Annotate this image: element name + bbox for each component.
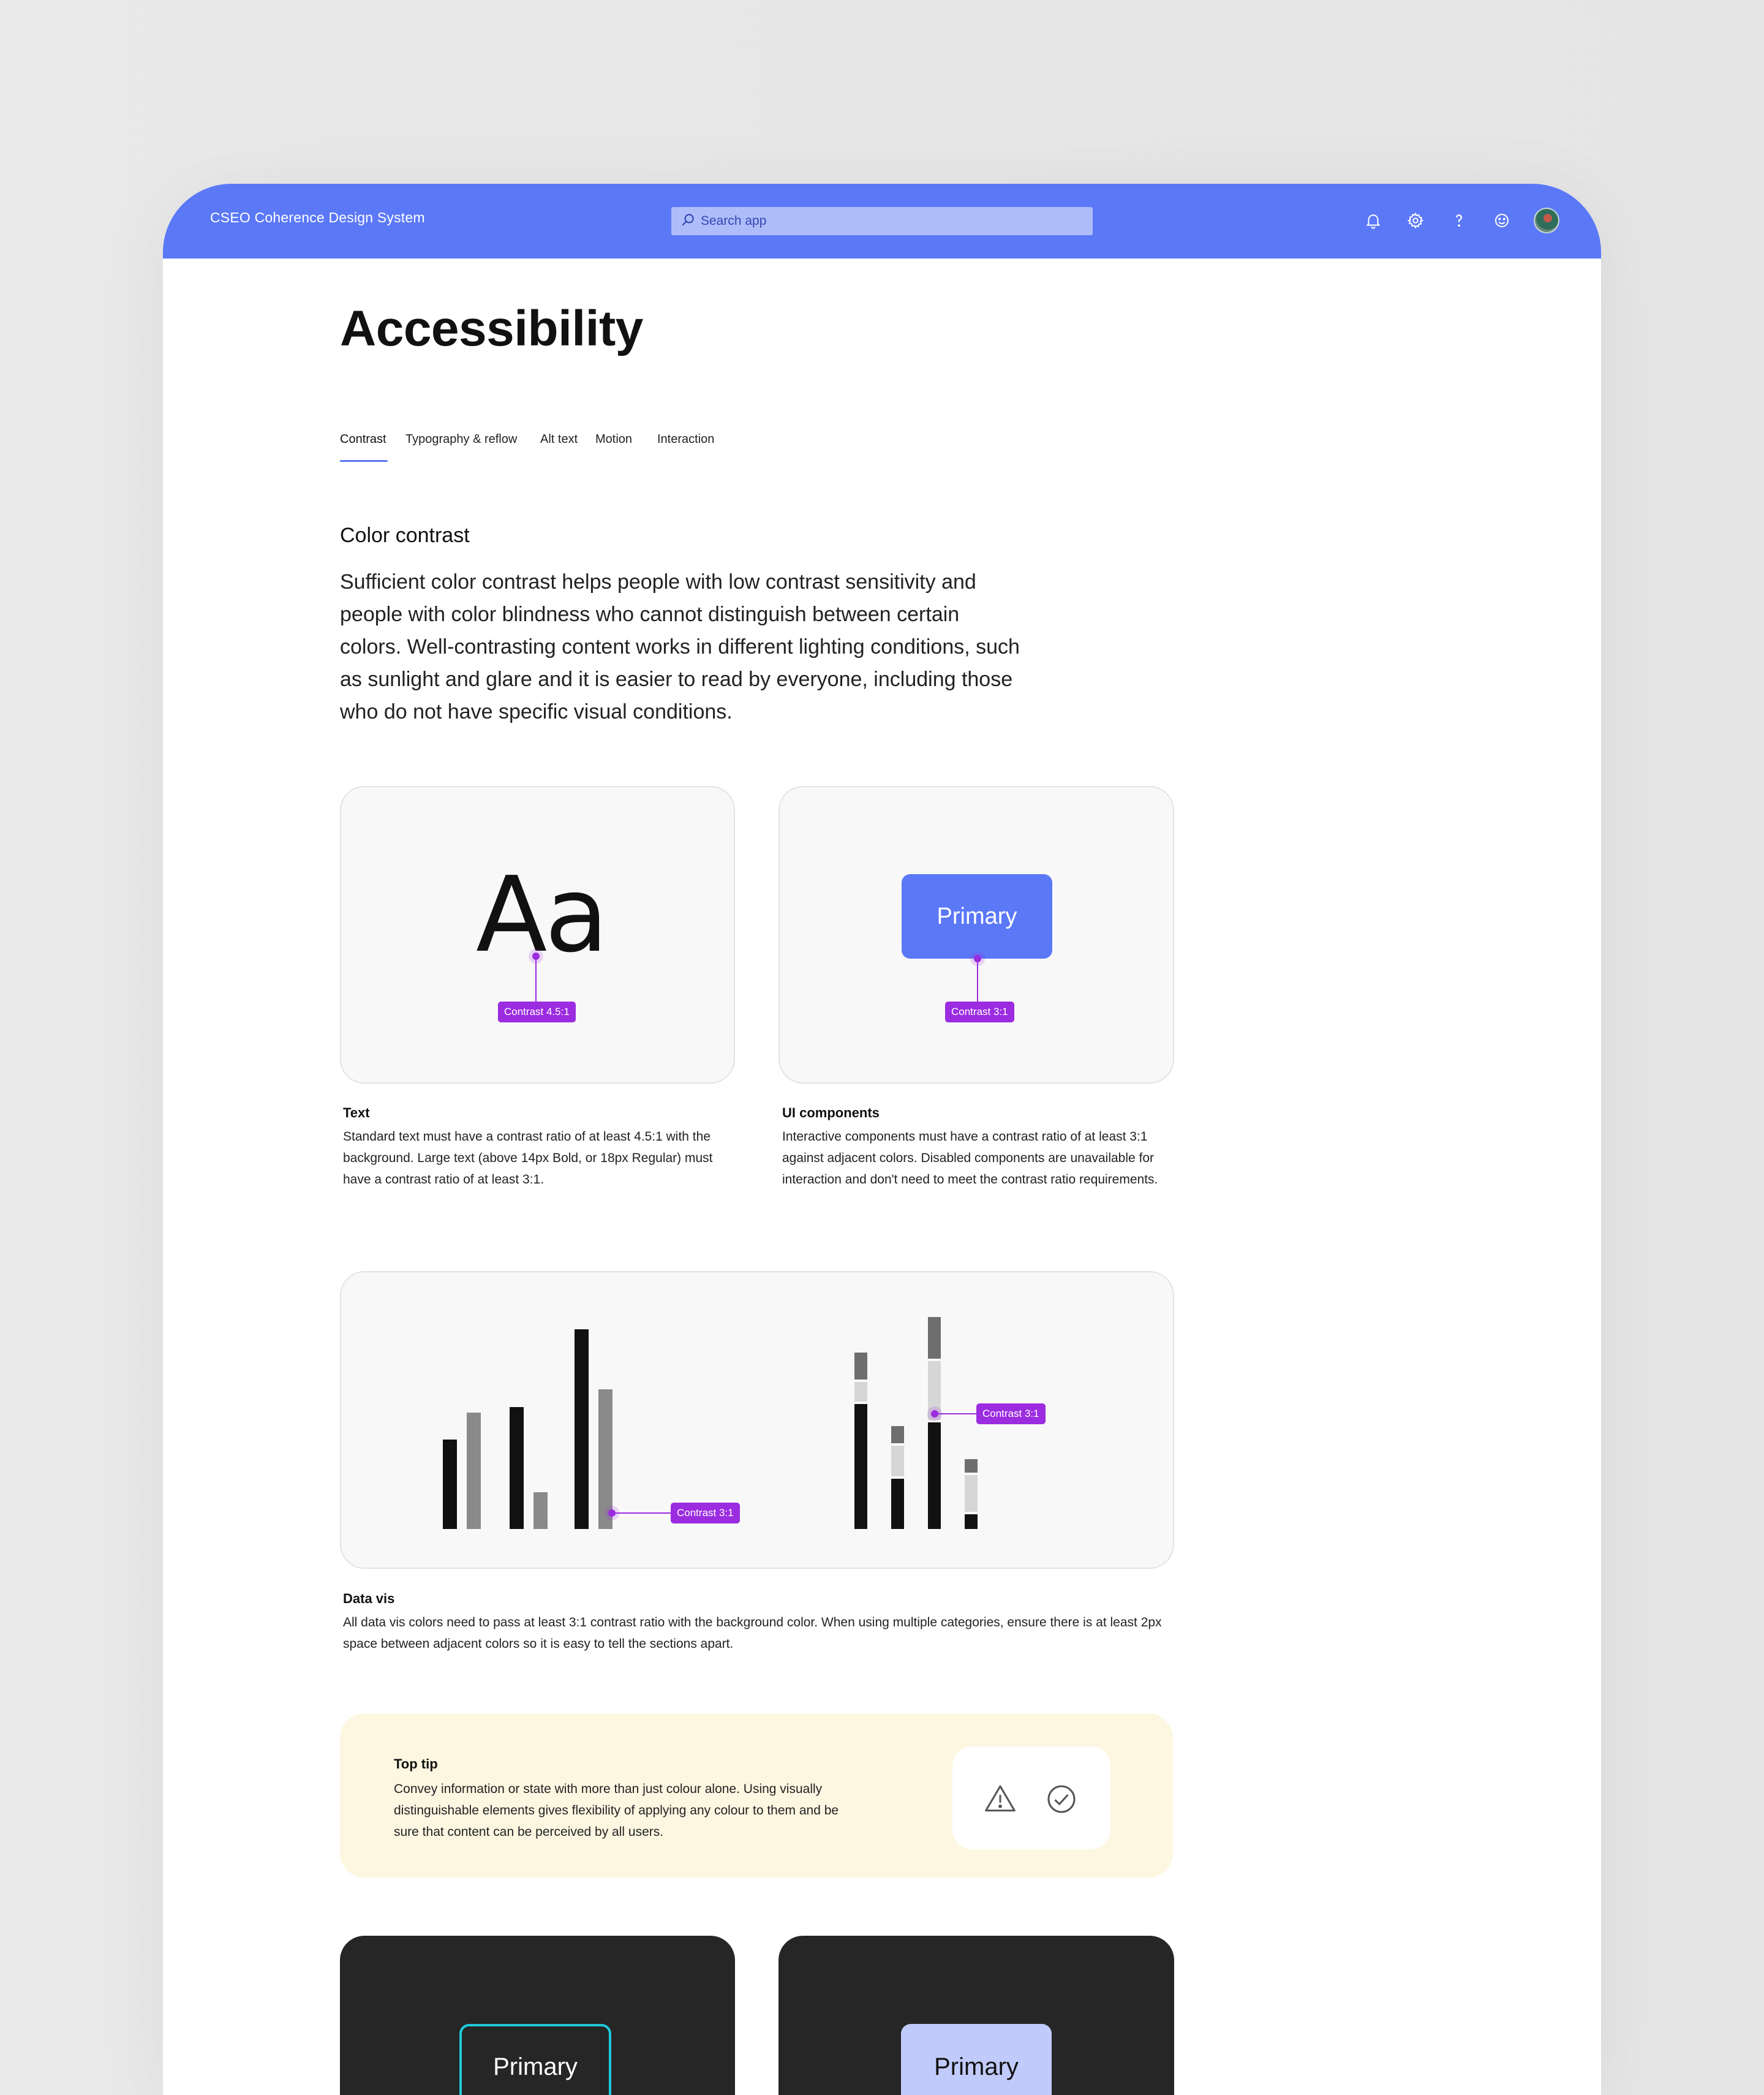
ui-contrast-card: Primary Contrast 3:1 (778, 786, 1174, 1084)
chart-bar-segment (891, 1426, 904, 1443)
page-title: Accessibility (340, 301, 643, 357)
chart-bar (598, 1389, 612, 1529)
chart-bar-segment (928, 1422, 941, 1529)
tab-motion[interactable]: Motion (595, 432, 632, 462)
text-sample: Aa (476, 855, 608, 976)
tab-typography-reflow[interactable]: Typography & reflow (405, 432, 517, 462)
chart-bar-segment (965, 1475, 978, 1512)
text-card-title: Text (343, 1105, 370, 1120)
datavis-card-body: All data vis colors need to pass at leas… (343, 1615, 1162, 1651)
chart-bar-segment (854, 1404, 867, 1529)
dark-card-left: Primary (340, 1936, 735, 2095)
chart-bar (510, 1407, 524, 1529)
chart-bar-segment (891, 1446, 904, 1476)
avatar[interactable] (1534, 208, 1559, 233)
app-title[interactable]: CSEO Coherence Design System (210, 210, 425, 226)
chart-bar (467, 1413, 481, 1529)
contrast-tag: Contrast 4.5:1 (498, 1002, 576, 1022)
top-tip-panel: Top tip Convey information or state with… (340, 1713, 1173, 1878)
search-input[interactable]: Search app (701, 214, 766, 228)
chart-bar-segment (891, 1479, 904, 1529)
contrast-marker-line (935, 1413, 978, 1414)
chart-bar-segment (965, 1459, 978, 1473)
chart-bar-segment (965, 1514, 978, 1529)
datavis-card-title: Data vis (343, 1591, 395, 1606)
chart-bar-segment (928, 1317, 941, 1359)
app-frame: CSEO Coherence Design System Search app (163, 184, 1601, 2095)
tip-body: Convey information or state with more th… (394, 1782, 839, 1839)
outline-primary-button-sample: Primary (459, 2024, 611, 2095)
primary-button-sample: Primary (902, 874, 1052, 959)
chart-bar-segment (854, 1382, 867, 1402)
section-title: Color contrast (340, 524, 470, 547)
text-contrast-card: Aa Contrast 4.5:1 (340, 786, 735, 1084)
contrast-tag: Contrast 3:1 (945, 1002, 1014, 1022)
smiley-icon[interactable] (1490, 208, 1514, 233)
top-bar: CSEO Coherence Design System Search app (163, 184, 1601, 259)
light-primary-button-sample: Primary (901, 2024, 1052, 2095)
search-icon (680, 212, 696, 231)
bell-icon[interactable] (1361, 208, 1385, 233)
chart-bar (533, 1492, 548, 1529)
contrast-marker-line (977, 959, 978, 1003)
dark-card-right: Primary (778, 1936, 1174, 2095)
datavis-contrast-card: Contrast 3:1 Contrast 3:1 (340, 1271, 1174, 1569)
ui-card-body: Interactive components must have a contr… (782, 1130, 1158, 1187)
tab-alt-text[interactable]: Alt text (540, 432, 578, 462)
contrast-marker-line (535, 956, 537, 1003)
chart-bar-segment (854, 1353, 867, 1380)
ui-card-title: UI components (782, 1105, 880, 1120)
contrast-marker-line (612, 1512, 672, 1514)
active-tab-indicator (340, 460, 388, 462)
tab-interaction[interactable]: Interaction (657, 432, 714, 462)
section-body: Sufficient color contrast helps people w… (340, 570, 1020, 723)
help-icon[interactable] (1447, 208, 1471, 233)
contrast-tag: Contrast 3:1 (671, 1503, 740, 1523)
contrast-tag: Contrast 3:1 (976, 1403, 1046, 1424)
chart-bar (443, 1440, 457, 1529)
search-box[interactable]: Search app (671, 207, 1093, 235)
tip-title: Top tip (394, 1756, 438, 1772)
text-card-body: Standard text must have a contrast ratio… (343, 1130, 713, 1187)
tip-icon-panel (952, 1746, 1110, 1849)
chart-bar (575, 1329, 589, 1529)
gear-icon[interactable] (1403, 208, 1428, 233)
tab-contrast[interactable]: Contrast (340, 432, 386, 462)
